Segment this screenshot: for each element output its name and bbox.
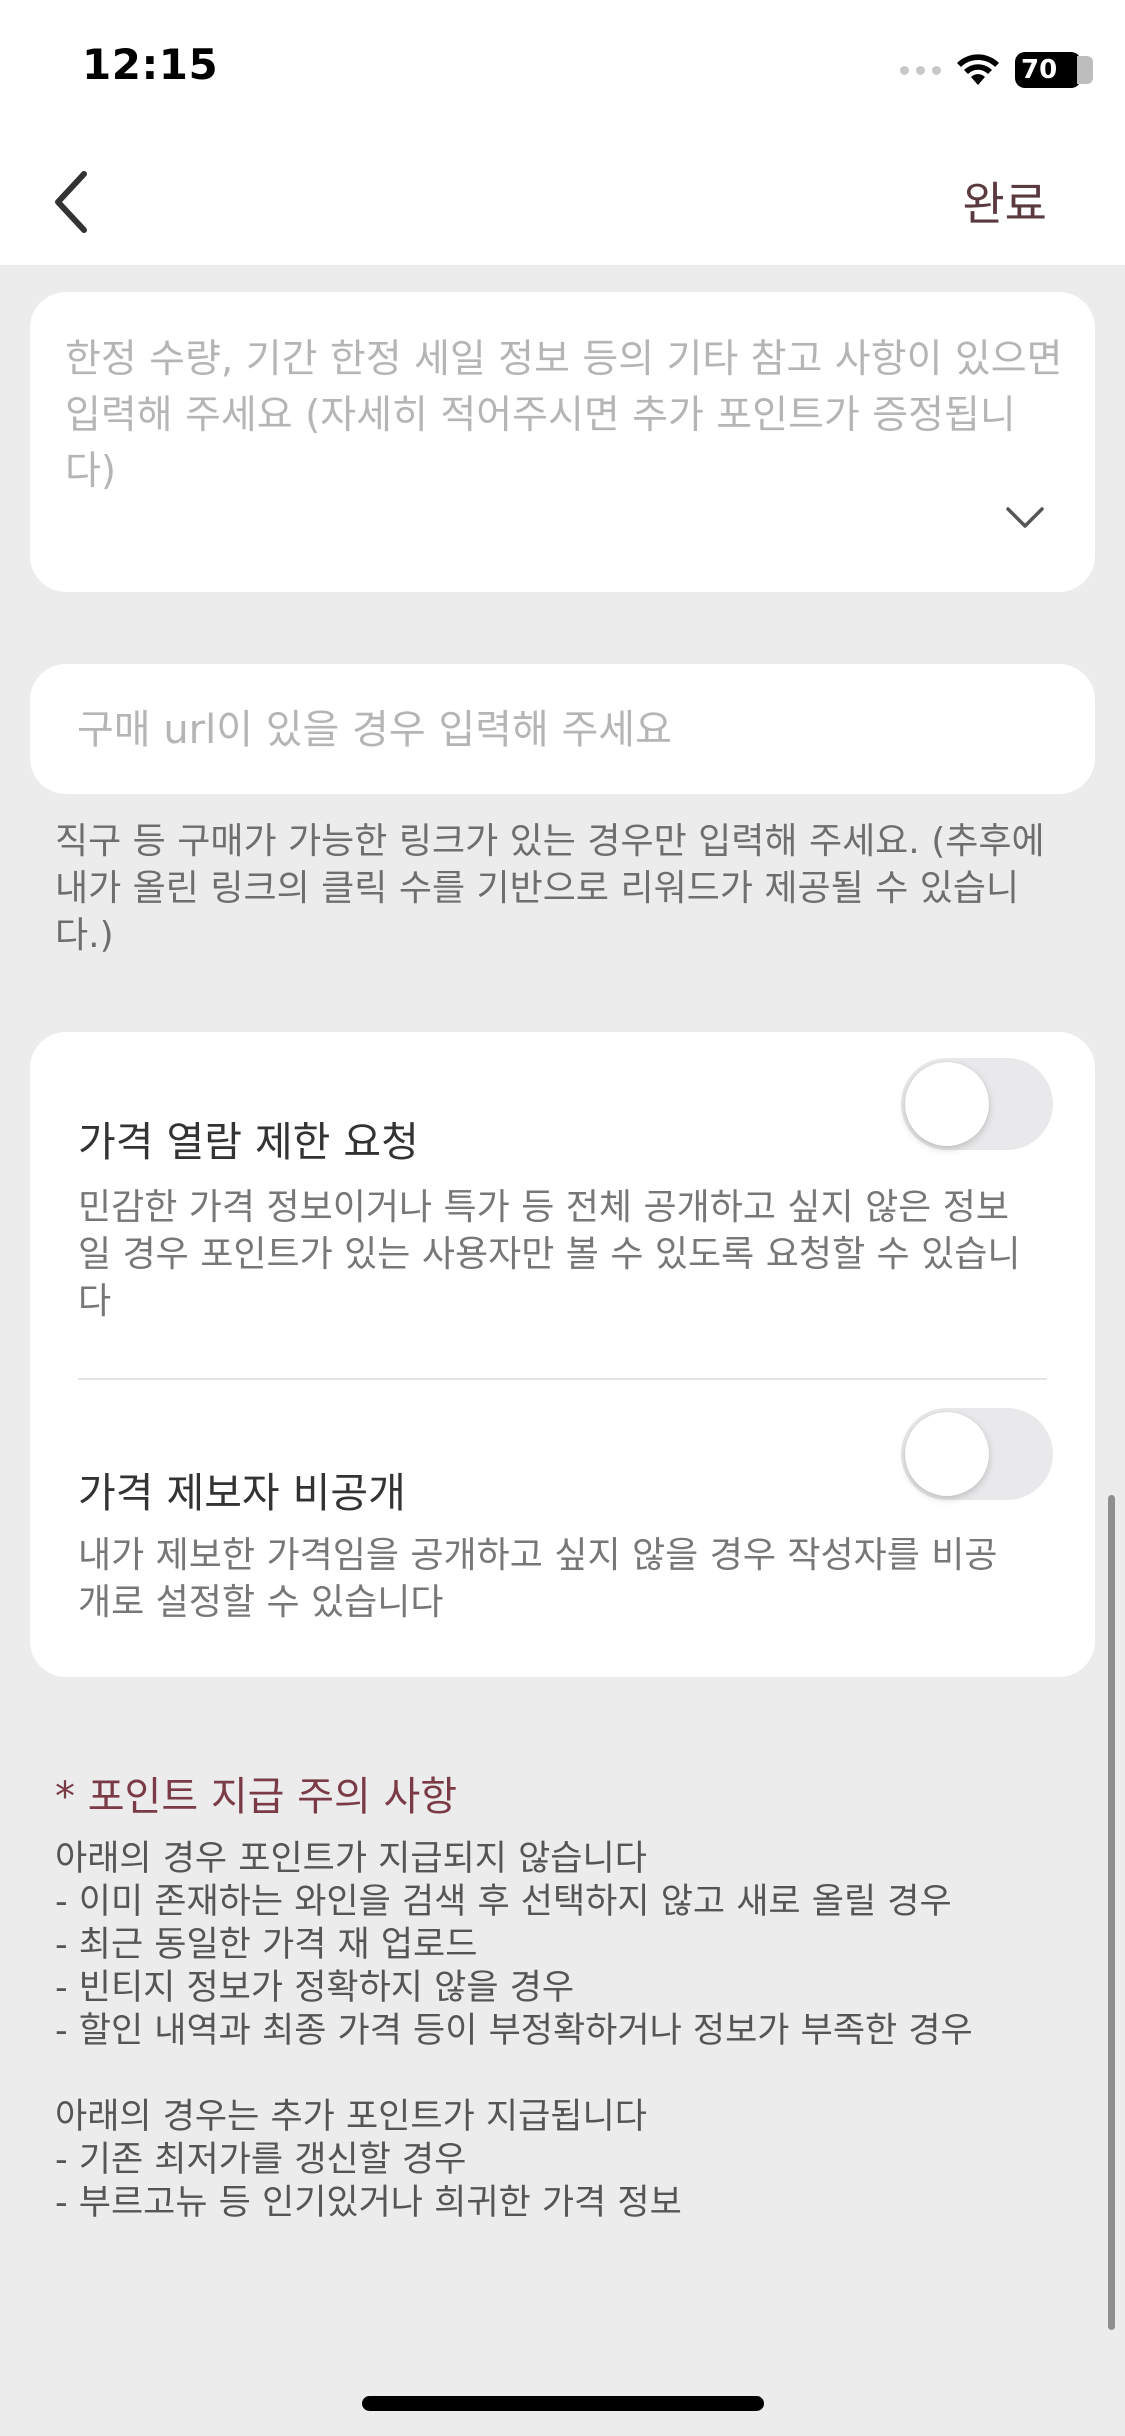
wifi-icon — [957, 54, 999, 85]
option-title-anonymous-reporter: 가격 제보자 비공개 — [78, 1469, 406, 1517]
url-hint: 직구 등 구매가 가능한 링크가 있는 경우만 입력해 주세요. (추후에 내가… — [55, 821, 1045, 956]
done-button[interactable]: 완료 — [962, 168, 1047, 234]
url-input[interactable] — [75, 664, 1059, 796]
divider — [78, 1378, 1047, 1380]
list-item: - 부르고뉴 등 인기있거나 희귀한 가격 정보 — [55, 2183, 682, 2223]
notice-title: * 포인트 지급 주의 사항 — [55, 1774, 458, 1820]
list-item: - 할인 내역과 최종 가격 등이 부정확하거나 정보가 부족한 경우 — [55, 2011, 973, 2051]
notice-bonus-heading: 아래의 경우는 추가 포인트가 지급됩니다 — [55, 2097, 647, 2137]
status-icons: 70 — [900, 50, 1093, 90]
url-field-card — [30, 664, 1095, 796]
toggle-knob — [905, 1412, 989, 1496]
chevron-left-icon — [55, 171, 87, 233]
cellular-signal-icon — [900, 65, 941, 75]
price-restriction-toggle[interactable] — [901, 1058, 1053, 1150]
back-button[interactable] — [30, 162, 110, 242]
nav-bar: 완료 — [0, 140, 1125, 265]
scrollbar[interactable] — [1108, 1495, 1115, 2330]
battery-level: 70 — [1021, 55, 1058, 85]
status-time: 12:15 — [82, 40, 219, 89]
list-item: - 최근 동일한 가격 재 업로드 — [55, 1925, 478, 1965]
list-item: - 이미 존재하는 와인을 검색 후 선택하지 않고 새로 올릴 경우 — [55, 1882, 952, 1922]
list-item: - 빈티지 정보가 정확하지 않을 경우 — [55, 1968, 575, 2008]
notice-no-points-heading: 아래의 경우 포인트가 지급되지 않습니다 — [55, 1839, 647, 1879]
option-title-price-restriction: 가격 열람 제한 요청 — [78, 1118, 419, 1166]
status-bar: 12:15 70 — [0, 0, 1125, 140]
anonymous-reporter-toggle[interactable] — [901, 1408, 1053, 1500]
memo-placeholder: 한정 수량, 기간 한정 세일 정보 등의 기타 참고 사항이 있으면 입력해 … — [65, 337, 1063, 494]
chevron-down-icon[interactable] — [1005, 502, 1045, 532]
notice-body: 아래의 경우 포인트가 지급되지 않습니다 - 이미 존재하는 와인을 검색 후… — [55, 1838, 1085, 2225]
memo-input[interactable]: 한정 수량, 기간 한정 세일 정보 등의 기타 참고 사항이 있으면 입력해 … — [30, 292, 1095, 592]
battery-icon: 70 — [1015, 52, 1093, 88]
option-desc-anonymous-reporter: 내가 제보한 가격임을 공개하고 싶지 않을 경우 작성자를 비공개로 설정할 … — [78, 1535, 998, 1623]
options-card: 가격 열람 제한 요청 민감한 가격 정보이거나 특가 등 전체 공개하고 싶지… — [30, 1032, 1095, 1677]
home-indicator[interactable] — [362, 2396, 764, 2411]
list-item: - 기존 최저가를 갱신할 경우 — [55, 2140, 467, 2180]
option-desc-price-restriction: 민감한 가격 정보이거나 특가 등 전체 공개하고 싶지 않은 정보일 경우 포… — [78, 1187, 1021, 1322]
toggle-knob — [905, 1062, 989, 1146]
